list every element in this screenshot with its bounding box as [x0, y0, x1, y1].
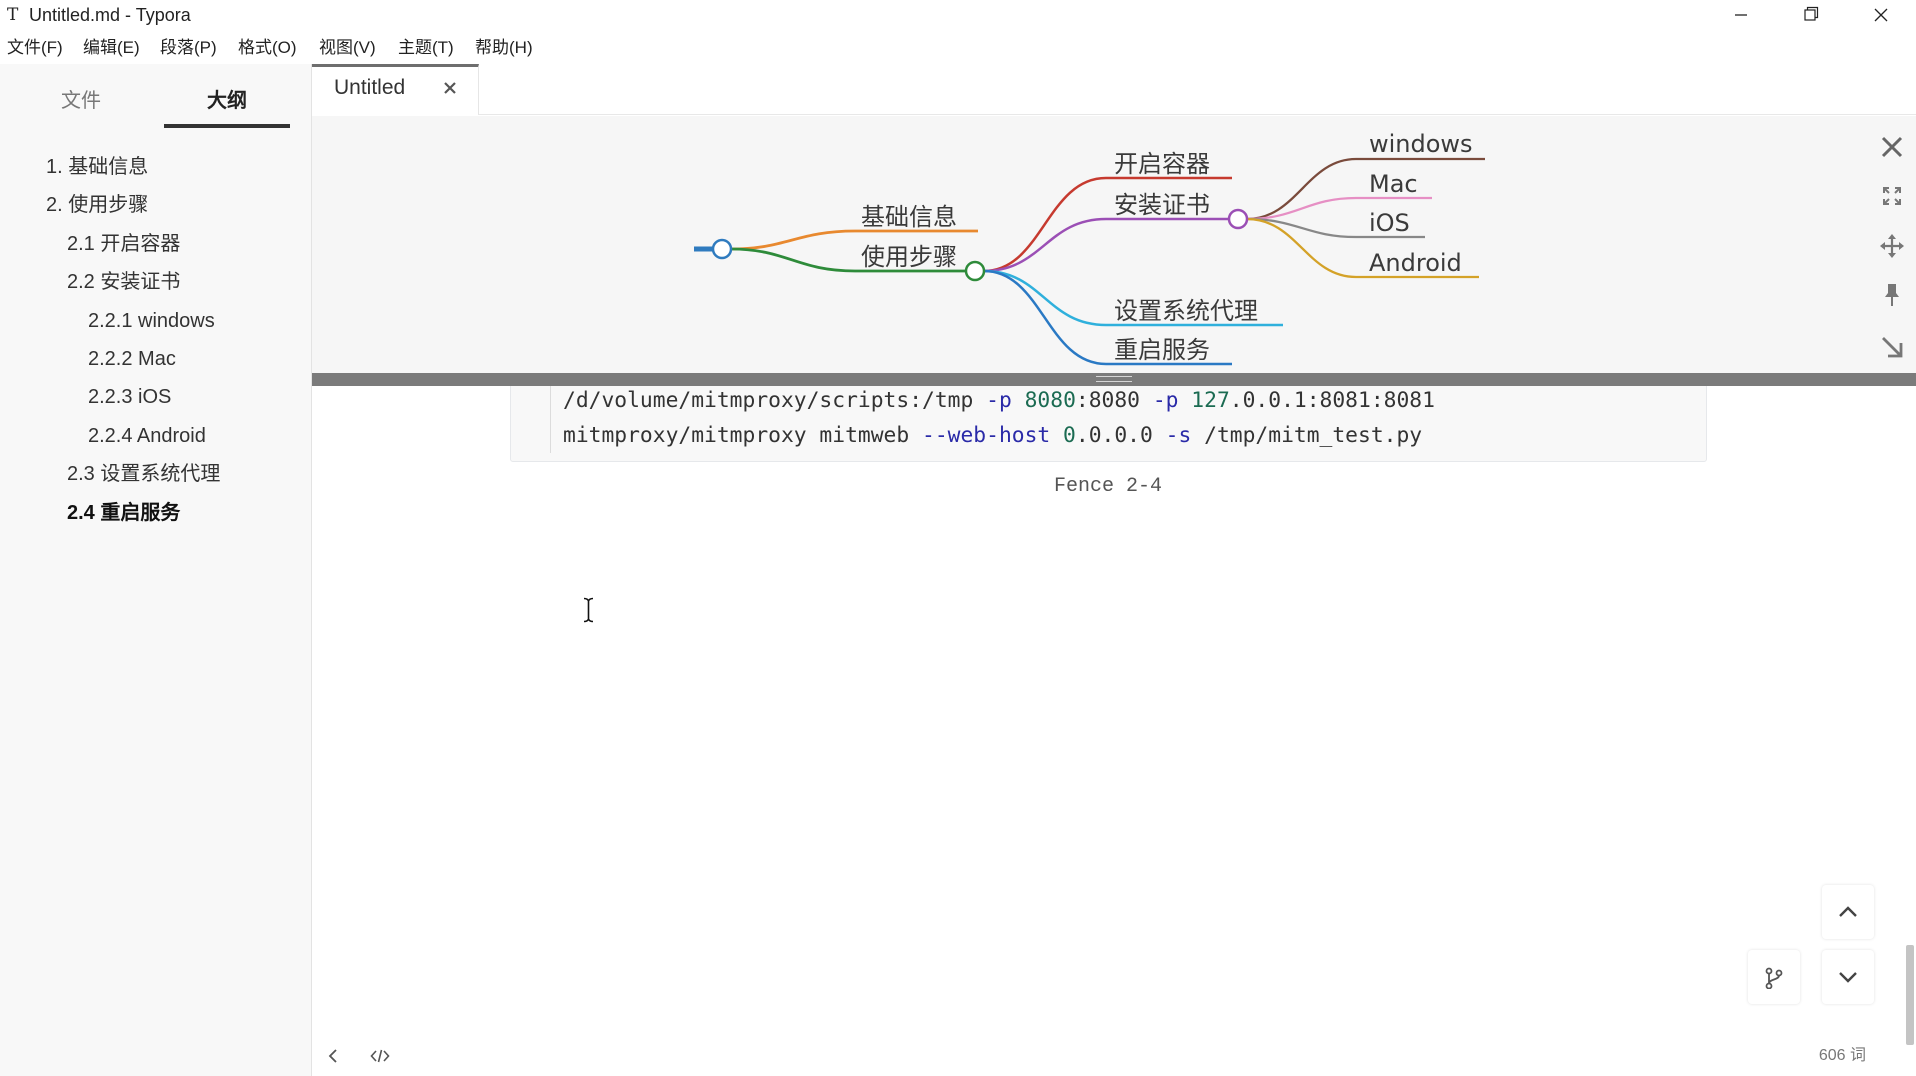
code-token: .0.0.0 — [1075, 422, 1166, 448]
outline-item[interactable]: 2.2.3 iOS — [0, 378, 311, 416]
scroll-up-icon — [1839, 906, 1857, 917]
outline-item[interactable]: 1. 基础信息 — [0, 148, 311, 186]
code-caption: Fence 2-4 — [1053, 475, 1163, 498]
code-token: .0.0.1:8081:8081 — [1229, 387, 1435, 413]
mindmap-collapse-button[interactable] — [1879, 334, 1905, 360]
mindmap-diagram: 基础信息 使用步骤 开启容器 安装证书 设置系统代理 重启服务 windows … — [694, 130, 1485, 366]
typora-app-icon: T — [7, 5, 19, 25]
code-token: 127 — [1178, 387, 1230, 413]
outline-item[interactable]: 2.2 安装证书 — [0, 263, 311, 301]
outline-item[interactable]: 2.1 开启容器 — [0, 225, 311, 263]
menu-view[interactable]: 视图(V) — [319, 36, 376, 60]
editor-tab-bar: Untitled — [312, 64, 1916, 115]
chevron-left-icon — [328, 1049, 337, 1063]
text-cursor-icon — [582, 597, 595, 623]
menu-theme[interactable]: 主题(T) — [398, 36, 454, 60]
code-token: -p — [986, 387, 1012, 413]
code-token: /tmp/mitm_test.py — [1191, 422, 1423, 448]
sidebar: 文件 大纲 1. 基础信息 2. 使用步骤 2.1 开启容器 2.2 安装证书 … — [0, 64, 312, 1076]
mindmap-usage-steps-toggle[interactable] — [964, 260, 986, 282]
word-count[interactable]: 606 词 — [1766, 1045, 1866, 1067]
outline-list: 1. 基础信息 2. 使用步骤 2.1 开启容器 2.2 安装证书 2.2.1 … — [0, 148, 311, 532]
mindmap-edge-windows — [1246, 157, 1485, 221]
scroll-up-button[interactable] — [1822, 885, 1874, 939]
code-token: mitmproxy/mitmproxy mitmweb — [563, 422, 923, 448]
tab-label: Untitled — [334, 76, 406, 99]
vertical-scrollbar[interactable] — [1906, 945, 1914, 1045]
code-token: -s — [1165, 422, 1192, 448]
menu-format[interactable]: 格式(O) — [238, 36, 297, 60]
mindmap-node-usage-steps[interactable]: 使用步骤 — [861, 243, 957, 271]
menu-help[interactable]: 帮助(H) — [475, 36, 533, 60]
outline-item[interactable]: 2.2.2 Mac — [0, 340, 311, 378]
menu-edit[interactable]: 编辑(E) — [83, 36, 140, 60]
menu-file[interactable]: 文件(F) — [7, 36, 63, 60]
code-lines: /d/volume/mitmproxy/scripts:/tmp -p 8080… — [563, 383, 1435, 453]
mindmap-move-button[interactable] — [1879, 233, 1905, 259]
mindmap-node-restart-service[interactable]: 重启服务 — [1114, 336, 1210, 364]
mindmap-node-windows[interactable]: windows — [1369, 130, 1473, 158]
close-window-button[interactable] — [1858, 0, 1904, 30]
scroll-down-button[interactable] — [1822, 950, 1874, 1004]
source-code-icon — [370, 1049, 390, 1063]
mindmap-root-toggle[interactable] — [711, 238, 733, 260]
resize-handle-icon[interactable] — [1096, 376, 1132, 382]
branch-icon — [1765, 967, 1783, 989]
branch-button[interactable] — [1748, 950, 1800, 1004]
source-code-mode-button[interactable] — [370, 1048, 390, 1064]
close-icon — [1874, 8, 1888, 22]
outline-item[interactable]: 2. 使用步骤 — [0, 186, 311, 224]
mindmap-node-ios[interactable]: iOS — [1369, 209, 1410, 237]
mindmap-install-cert-toggle[interactable] — [1227, 208, 1249, 230]
code-token: /d/volume/mitmproxy/scripts:/tmp — [563, 387, 987, 413]
code-token: 8080 — [1011, 387, 1076, 413]
window-title: Untitled.md - Typora — [29, 5, 191, 25]
collapse-arrow-icon — [1882, 337, 1903, 358]
mindmap-panel: 基础信息 使用步骤 开启容器 安装证书 设置系统代理 重启服务 windows … — [312, 116, 1916, 373]
restore-icon — [1804, 6, 1819, 21]
mindmap-node-system-proxy[interactable]: 设置系统代理 — [1114, 297, 1258, 325]
code-token: --web-host — [922, 422, 1051, 448]
fullscreen-icon — [1883, 187, 1901, 205]
outline-item[interactable]: 2.2.1 windows — [0, 302, 311, 340]
code-token: :8080 — [1075, 387, 1153, 413]
mindmap-node-install-cert[interactable]: 安装证书 — [1114, 191, 1210, 219]
outline-item-active[interactable]: 2.4 重启服务 — [0, 494, 311, 532]
close-icon — [444, 82, 456, 94]
outline-item[interactable]: 2.3 设置系统代理 — [0, 455, 311, 493]
mindmap-edge-install-cert — [983, 217, 1229, 273]
tab-close-button[interactable] — [440, 78, 460, 98]
menu-paragraph[interactable]: 段落(P) — [160, 36, 217, 60]
scroll-down-icon — [1839, 972, 1857, 983]
minimize-icon — [1735, 14, 1747, 16]
outline-item[interactable]: 2.2.4 Android — [0, 417, 311, 455]
active-tab-indicator — [164, 124, 290, 128]
mindmap-node-mac[interactable]: Mac — [1369, 170, 1418, 198]
mindmap-close-button[interactable] — [1879, 134, 1905, 160]
mindmap-pin-button[interactable] — [1879, 282, 1905, 308]
move-icon — [1880, 234, 1904, 258]
sidebar-tab-outline[interactable]: 大纲 — [164, 83, 290, 119]
pin-icon — [1885, 284, 1899, 306]
code-line[interactable]: mitmproxy/mitmproxy mitmweb --web-host 0… — [563, 418, 1435, 453]
close-icon — [1881, 136, 1903, 158]
minimize-button[interactable] — [1718, 0, 1764, 30]
toggle-sidebar-button[interactable] — [326, 1048, 342, 1064]
mindmap-fullscreen-button[interactable] — [1879, 183, 1905, 209]
mindmap-node-basic-info[interactable]: 基础信息 — [861, 203, 957, 231]
sidebar-tab-files[interactable]: 文件 — [20, 83, 142, 119]
mindmap-resize-bar[interactable] — [312, 373, 1916, 386]
code-token: -p — [1152, 387, 1179, 413]
mindmap-node-android[interactable]: Android — [1369, 249, 1462, 277]
restore-button[interactable] — [1787, 0, 1833, 30]
code-token: 0 — [1050, 422, 1076, 448]
mindmap-node-start-container[interactable]: 开启容器 — [1114, 150, 1210, 178]
tab-untitled[interactable]: Untitled — [312, 64, 479, 115]
code-line[interactable]: /d/volume/mitmproxy/scripts:/tmp -p 8080… — [563, 383, 1435, 418]
title-bar: T Untitled.md - Typora — [0, 0, 1916, 32]
